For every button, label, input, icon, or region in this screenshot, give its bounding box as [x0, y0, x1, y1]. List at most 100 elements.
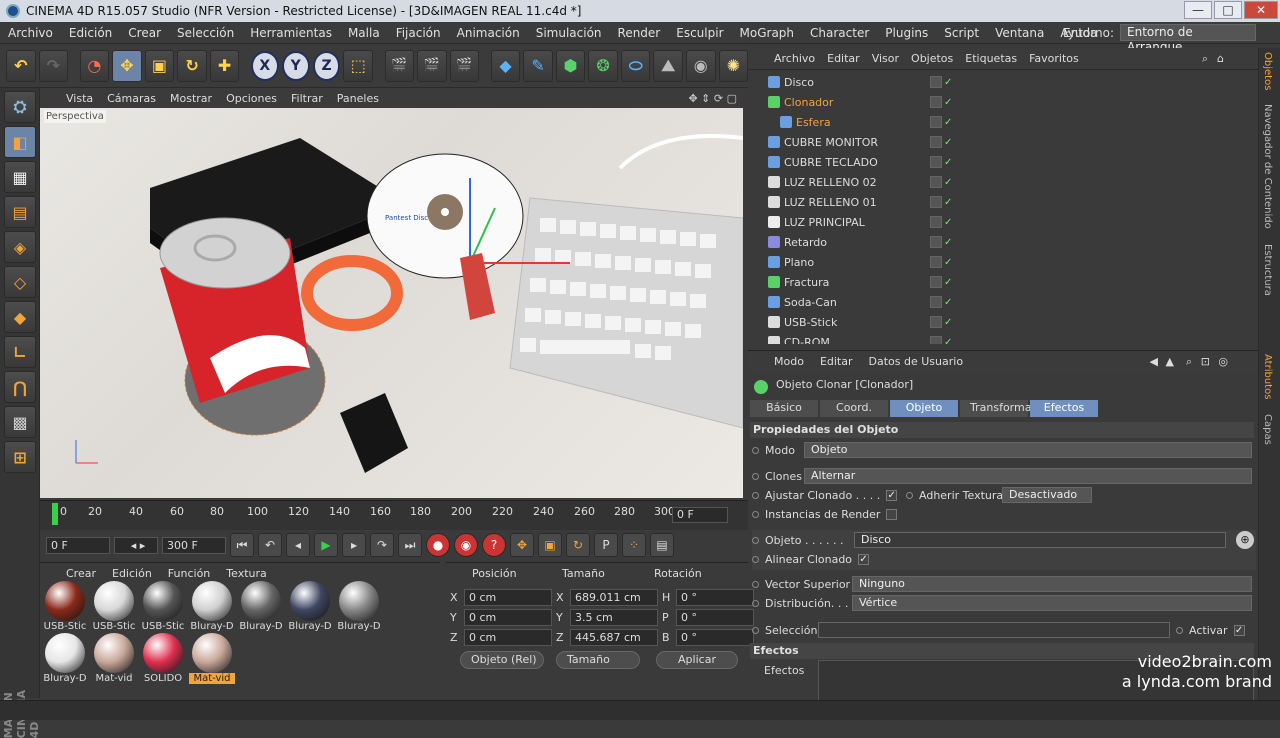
lock-icon[interactable]: ⊡: [1201, 355, 1210, 368]
rotation-p-field[interactable]: 0 °: [676, 609, 754, 626]
3d-viewport[interactable]: Pantest Disc: [40, 108, 743, 498]
material-swatch[interactable]: USB-Stic: [91, 581, 137, 635]
light-icon[interactable]: ✺: [718, 49, 749, 82]
attr-menu-editar[interactable]: Editar: [820, 355, 853, 368]
visibility-toggle-icon[interactable]: [930, 136, 942, 148]
objmgr-menu-visor[interactable]: Visor: [872, 52, 899, 65]
seleccion-field[interactable]: [818, 622, 1170, 638]
object-row[interactable]: CUBRE MONITOR ✓: [748, 132, 1246, 152]
polygons-mode-icon[interactable]: ◆: [4, 301, 36, 333]
object-row[interactable]: CD-ROM ✓: [748, 332, 1246, 344]
enable-check-icon[interactable]: ✓: [944, 297, 952, 308]
tab-efectos[interactable]: Efectos: [1030, 400, 1098, 417]
visibility-toggle-icon[interactable]: [930, 236, 942, 248]
playhead-marker[interactable]: [52, 503, 58, 525]
enable-check-icon[interactable]: ✓: [944, 217, 952, 228]
position-z-field[interactable]: 0 cm: [464, 629, 552, 646]
key-position-icon[interactable]: ✥: [510, 533, 534, 557]
menu-fijacion[interactable]: Fijación: [388, 26, 449, 40]
viewport-menu-opciones[interactable]: Opciones: [226, 92, 277, 105]
object-row[interactable]: Esfera ✓: [748, 112, 1246, 132]
visibility-toggle-icon[interactable]: [930, 116, 942, 128]
menu-plugins[interactable]: Plugins: [877, 26, 936, 40]
activar-checkbox[interactable]: ✓: [1233, 625, 1245, 636]
animation-dot-icon[interactable]: [752, 447, 759, 454]
tab-coord[interactable]: Coord.: [820, 400, 888, 417]
menu-malla[interactable]: Malla: [340, 26, 388, 40]
environment-dropdown[interactable]: Entorno de Arranque: [1120, 24, 1256, 54]
material-swatch[interactable]: USB-Stic: [140, 581, 186, 635]
menu-character[interactable]: Character: [802, 26, 877, 40]
frame-stepper[interactable]: ◂ ▸: [114, 536, 158, 554]
object-row[interactable]: Fractura ✓: [748, 272, 1246, 292]
key-scale-icon[interactable]: ▣: [538, 533, 562, 557]
enable-check-icon[interactable]: ✓: [944, 337, 952, 345]
object-row[interactable]: Retardo ✓: [748, 232, 1246, 252]
objmgr-menu-archivo[interactable]: Archivo: [774, 52, 815, 65]
tab-navegador-vertical[interactable]: Navegador de Contenido: [1262, 104, 1273, 229]
enable-check-icon[interactable]: ✓: [944, 97, 952, 108]
material-swatch[interactable]: Bluray-D: [238, 581, 284, 635]
viewport-nav-icons[interactable]: ✥ ⇕ ⟳ ▢: [688, 92, 737, 105]
render-view-icon[interactable]: 🎬: [384, 49, 415, 82]
menu-herramientas[interactable]: Herramientas: [242, 26, 340, 40]
animation-dot-icon[interactable]: [906, 492, 913, 499]
axis-mode-icon[interactable]: ∟: [4, 336, 36, 368]
edges-mode-icon[interactable]: ◇: [4, 266, 36, 298]
material-swatch[interactable]: Mat-vid: [91, 633, 137, 687]
modo-dropdown[interactable]: Objeto: [804, 442, 1252, 458]
next-key-icon[interactable]: ↷: [370, 533, 394, 557]
visibility-toggle-icon[interactable]: [930, 76, 942, 88]
minimize-button[interactable]: —: [1184, 1, 1212, 19]
size-mode-dropdown[interactable]: Tamaño: [556, 651, 640, 669]
y-axis-lock-button[interactable]: Y: [281, 50, 310, 81]
object-row[interactable]: Soda-Can ✓: [748, 292, 1246, 312]
viewport-menu-camaras[interactable]: Cámaras: [107, 92, 156, 105]
coord-mode-dropdown[interactable]: Objeto (Rel): [460, 651, 544, 669]
end-frame-field[interactable]: 300 F: [162, 536, 226, 554]
workplane-mode-icon[interactable]: ▤: [4, 196, 36, 228]
x-axis-lock-button[interactable]: X: [250, 50, 279, 81]
visibility-toggle-icon[interactable]: [930, 216, 942, 228]
visibility-toggle-icon[interactable]: [930, 256, 942, 268]
tab-capas-vertical[interactable]: Capas: [1262, 414, 1273, 445]
object-row[interactable]: LUZ RELLENO 02 ✓: [748, 172, 1246, 192]
clones-dropdown[interactable]: Alternar: [804, 468, 1252, 484]
visibility-toggle-icon[interactable]: [930, 96, 942, 108]
size-z-field[interactable]: 445.687 cm: [570, 629, 658, 646]
go-to-end-icon[interactable]: ⏭: [398, 533, 422, 557]
next-frame-icon[interactable]: ▸: [342, 533, 366, 557]
close-button[interactable]: ✕: [1244, 1, 1278, 19]
animation-dot-icon[interactable]: [1176, 627, 1183, 634]
render-picture-viewer-icon[interactable]: 🎬: [417, 49, 447, 82]
animation-dot-icon[interactable]: [752, 492, 759, 499]
visibility-toggle-icon[interactable]: [930, 156, 942, 168]
subdivision-surface-icon[interactable]: ⬢: [555, 49, 586, 82]
animation-dot-icon[interactable]: [752, 537, 759, 544]
tab-transformar[interactable]: Transformar: [960, 400, 1036, 417]
search-icon[interactable]: ⌕: [1186, 355, 1192, 369]
rotation-h-field[interactable]: 0 °: [676, 589, 754, 606]
object-row[interactable]: Clonador ✓: [748, 92, 1246, 112]
menu-render[interactable]: Render: [610, 26, 669, 40]
enable-check-icon[interactable]: ✓: [944, 317, 952, 328]
material-menu-funcion[interactable]: Función: [168, 567, 210, 580]
menu-script[interactable]: Script: [936, 26, 987, 40]
live-selection-icon[interactable]: ◔: [79, 49, 110, 82]
viewport-menu-paneles[interactable]: Paneles: [337, 92, 379, 105]
cube-primitive-icon[interactable]: ◆: [490, 49, 521, 82]
animation-dot-icon[interactable]: [752, 627, 759, 634]
visibility-toggle-icon[interactable]: [930, 296, 942, 308]
make-editable-icon[interactable]: ⛭: [4, 91, 36, 123]
keyframe-selection-icon[interactable]: ?: [482, 533, 506, 557]
object-row[interactable]: LUZ PRINCIPAL ✓: [748, 212, 1246, 232]
go-to-start-icon[interactable]: ⏮: [230, 533, 254, 557]
rotation-b-field[interactable]: 0 °: [676, 629, 754, 646]
recent-tool-icon[interactable]: ✚: [209, 49, 240, 82]
object-row[interactable]: Disco ✓: [748, 72, 1246, 92]
objmgr-menu-objetos[interactable]: Objetos: [911, 52, 953, 65]
home-icon[interactable]: ⌂: [1217, 52, 1224, 65]
object-row[interactable]: USB-Stick ✓: [748, 312, 1246, 332]
maximize-button[interactable]: □: [1214, 1, 1242, 19]
object-row[interactable]: LUZ RELLENO 01 ✓: [748, 192, 1246, 212]
